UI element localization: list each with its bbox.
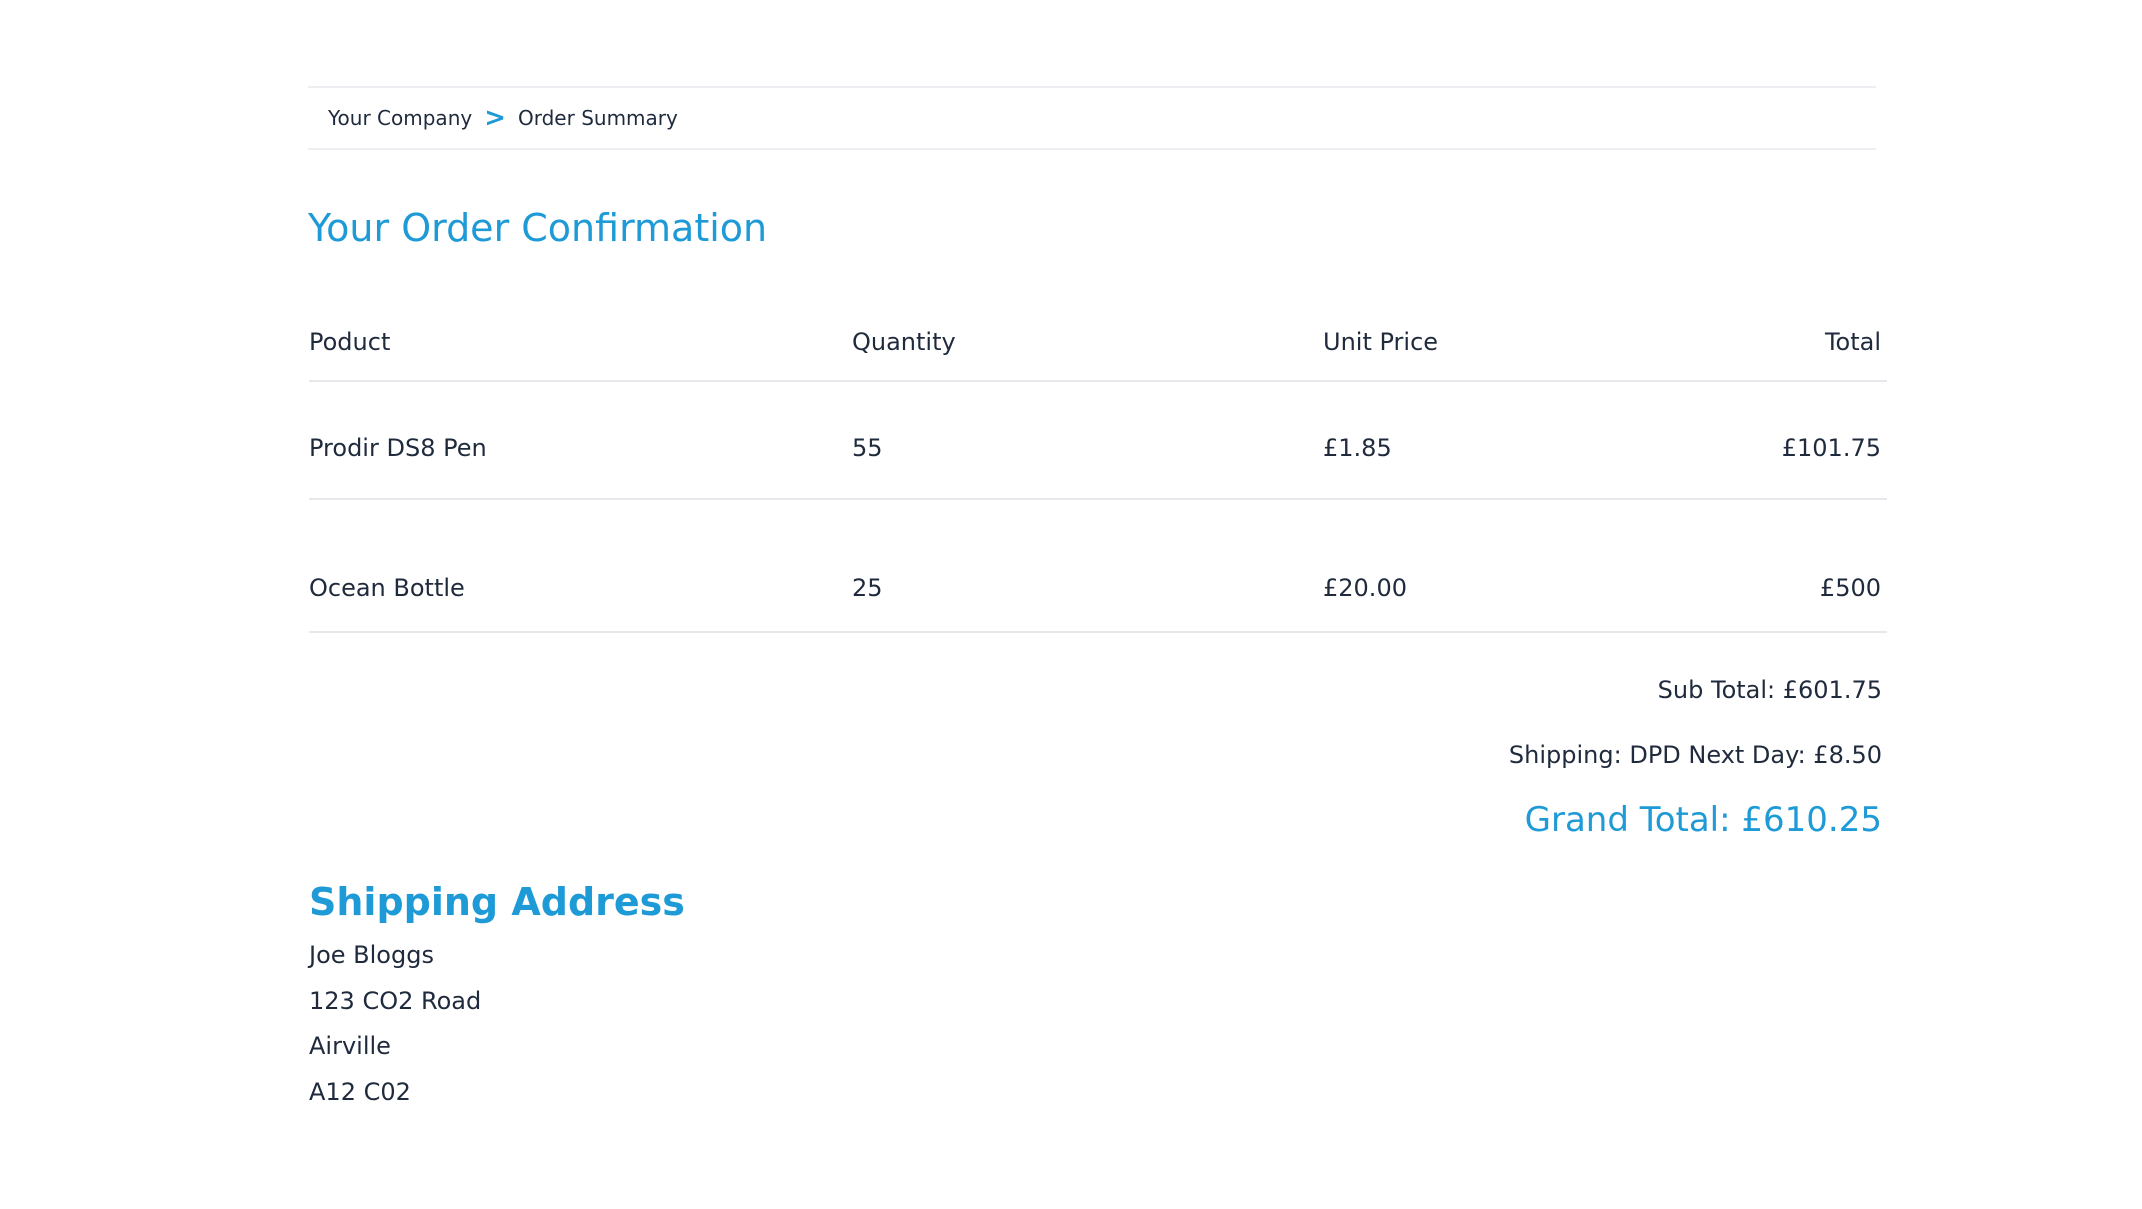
table-row: Ocean Bottle 25 £20.00 £500 [309, 500, 1887, 633]
row-product: Prodir DS8 Pen [309, 434, 487, 462]
header-total: Total [1824, 328, 1881, 356]
row-product: Ocean Bottle [309, 574, 465, 602]
header-quantity: Quantity [852, 328, 956, 356]
header-product: Poduct [309, 328, 391, 356]
subtotal: Sub Total: £601.75 [1657, 676, 1882, 704]
page-title: Your Order Confirmation [308, 206, 768, 250]
breadcrumb-home-link[interactable]: Your Company [328, 106, 472, 130]
row-quantity: 25 [852, 574, 883, 602]
address-name: Joe Bloggs [309, 941, 434, 969]
table-header: Poduct Quantity Unit Price Total [309, 318, 1887, 382]
chevron-right-icon: > [484, 103, 506, 133]
breadcrumb-current: Order Summary [518, 106, 678, 130]
shipping-cost: Shipping: DPD Next Day: £8.50 [1508, 741, 1882, 769]
table-row: Prodir DS8 Pen 55 £1.85 £101.75 [309, 382, 1887, 500]
address-postcode: A12 C02 [309, 1077, 411, 1106]
breadcrumb: Your Company > Order Summary [308, 86, 1876, 150]
shipping-address: Joe Bloggs 123 CO2 Road Airville A12 C02 [309, 940, 481, 1122]
row-quantity: 55 [852, 434, 883, 462]
order-table: Poduct Quantity Unit Price Total Prodir … [309, 318, 1887, 633]
shipping-address-title: Shipping Address [309, 880, 685, 924]
grand-total: Grand Total: £610.25 [1524, 800, 1882, 840]
order-confirmation-page: Your Company > Order Summary Your Order … [0, 0, 2142, 1209]
row-unit-price: £20.00 [1323, 574, 1407, 602]
address-street: 123 CO2 Road [309, 986, 482, 1015]
header-unit-price: Unit Price [1323, 328, 1439, 356]
row-total: £500 [1819, 574, 1881, 602]
address-city: Airville [309, 1032, 391, 1060]
row-unit-price: £1.85 [1323, 434, 1392, 462]
row-total: £101.75 [1781, 434, 1881, 462]
